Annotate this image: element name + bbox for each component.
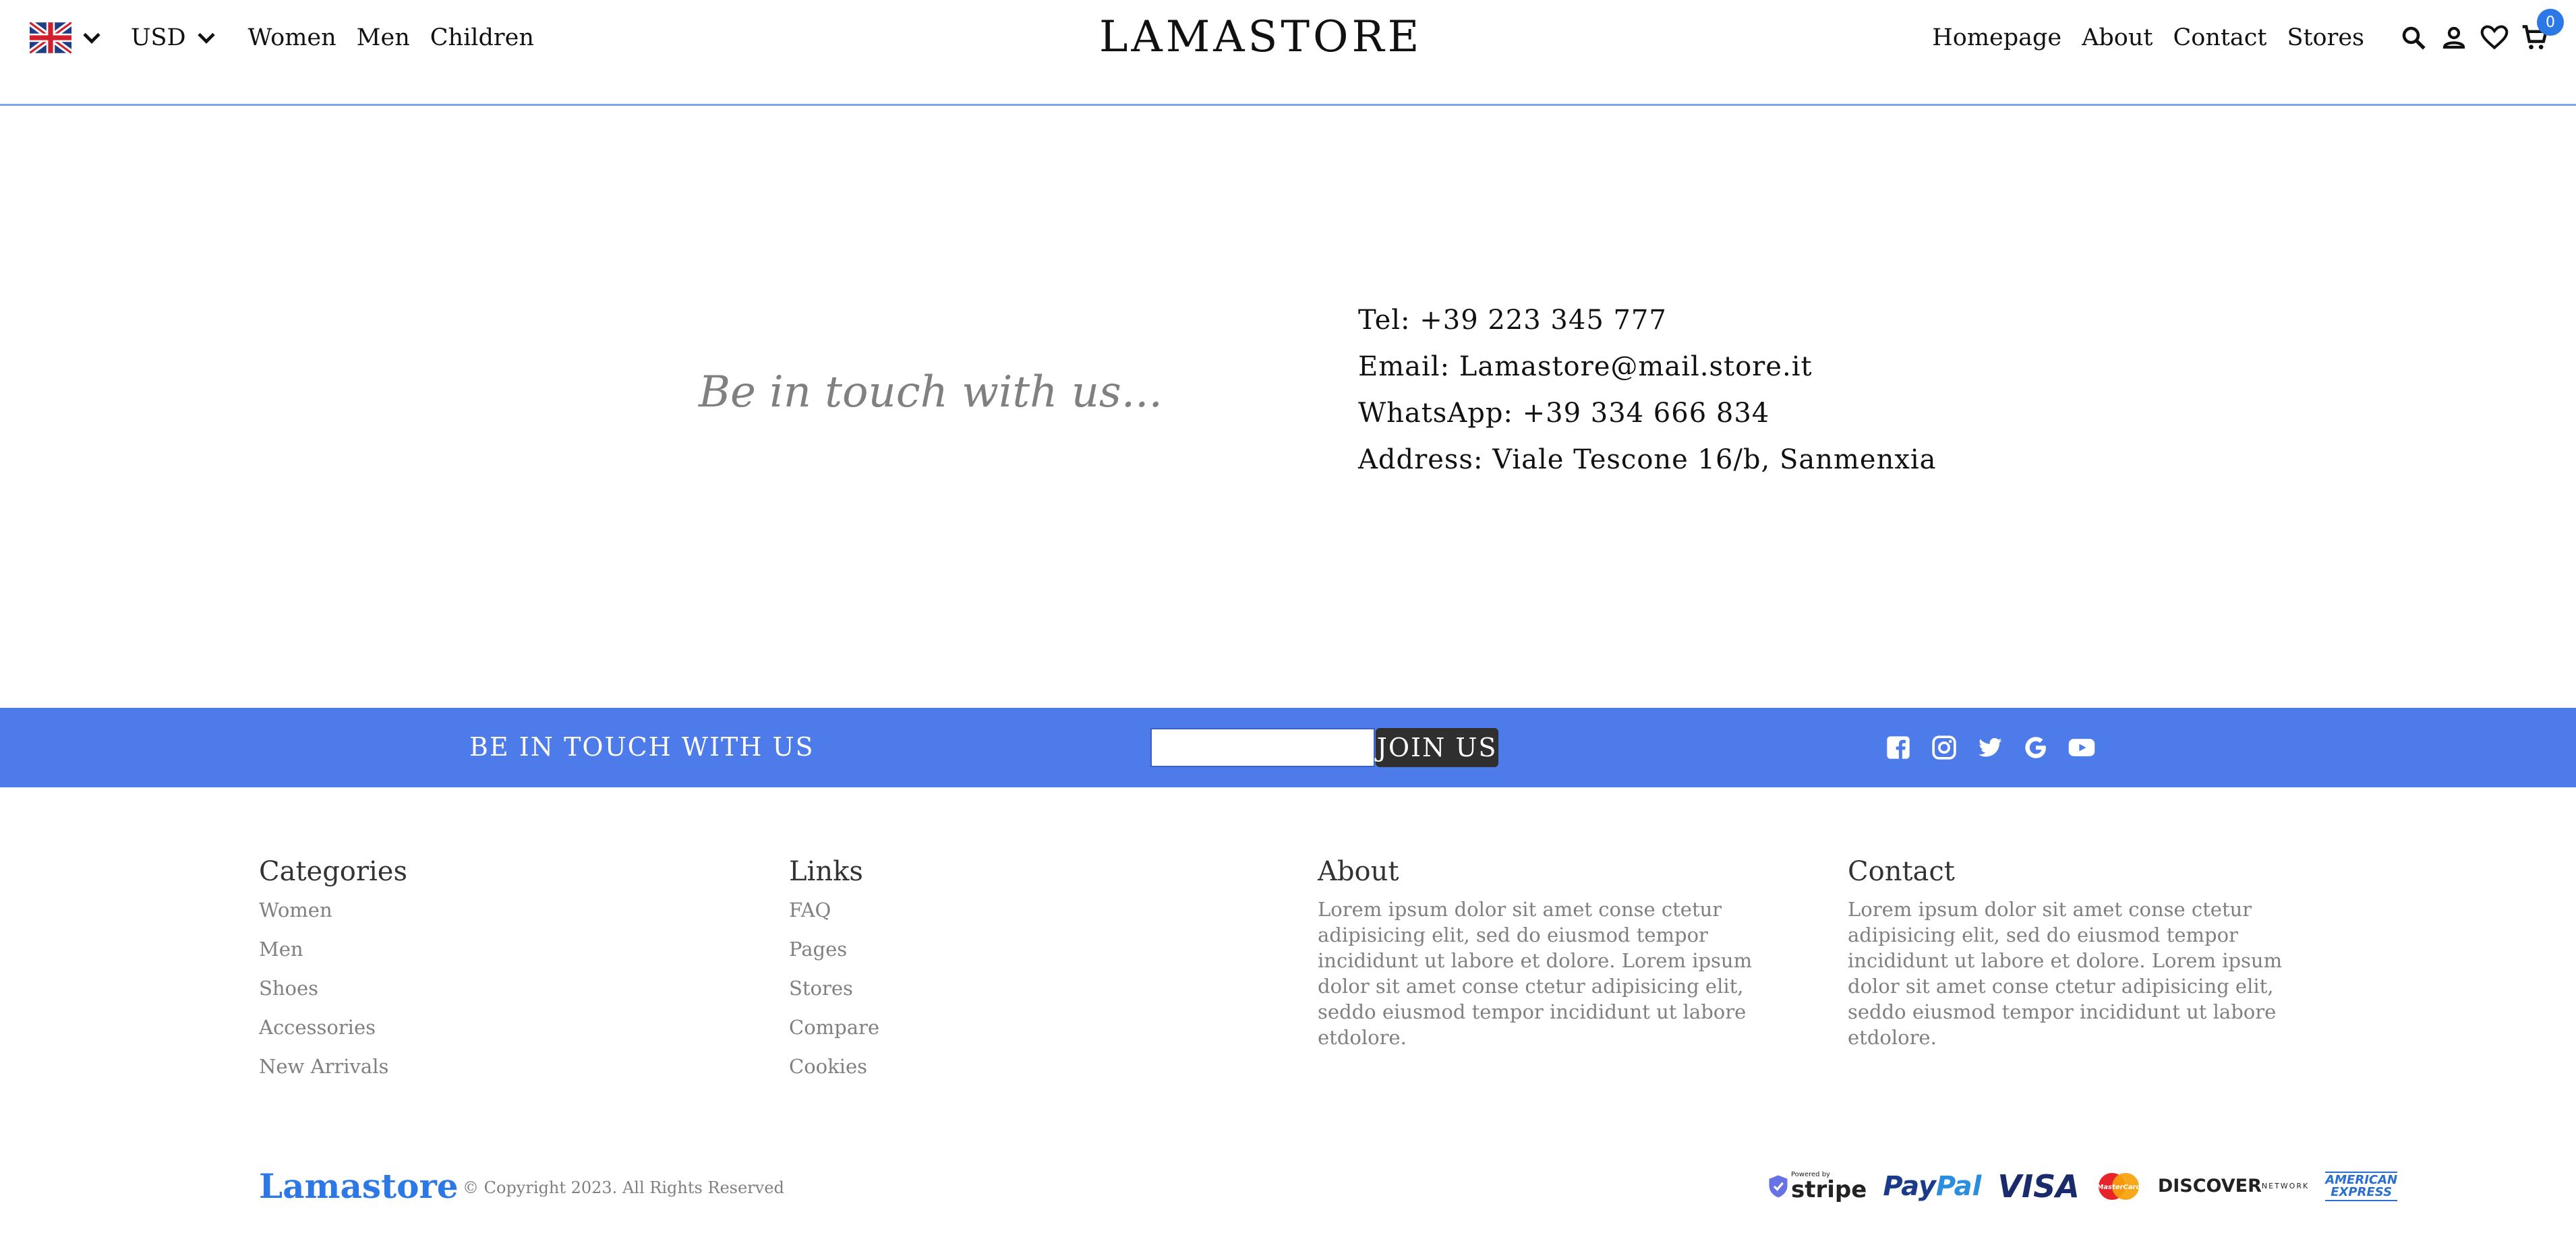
cart-icon[interactable]: 0: [2518, 9, 2564, 55]
discover-word: DISCOVER: [2157, 1176, 2262, 1197]
footer-brand-logo[interactable]: Lamastore: [259, 1166, 459, 1206]
currency-label: USD: [131, 24, 186, 51]
footer-about-title: About: [1318, 856, 1399, 887]
footer-categories-title: Categories: [259, 856, 407, 887]
page-footer: Categories Women Men Shoes Accessories N…: [0, 787, 2576, 1241]
newsletter-email-input[interactable]: [1150, 728, 1375, 767]
uk-flag-icon[interactable]: [30, 22, 71, 53]
paypal-logo: Pay Pal: [1883, 1171, 1981, 1202]
nav-icons: 0: [2390, 9, 2564, 55]
user-icon[interactable]: [2437, 21, 2471, 55]
nav-right: Homepage About Contact Stores 0: [1912, 9, 2564, 58]
chevron-down-icon: [197, 32, 215, 44]
instagram-icon[interactable]: [1929, 732, 1960, 763]
payment-methods: Powered by stripe Pay Pal VISA MasterCard…: [1768, 1162, 2413, 1211]
nav-link-contact[interactable]: Contact: [2173, 24, 2266, 51]
footer-link-new-arrivals[interactable]: New Arrivals: [259, 1053, 731, 1092]
join-us-button[interactable]: JOIN US: [1376, 728, 1498, 767]
visa-logo: VISA: [1997, 1168, 2080, 1205]
paypal-pal: Pal: [1935, 1171, 1982, 1202]
footer-contact: Contact Lorem ipsum dolor sit amet conse…: [1848, 856, 2320, 1050]
contact-address: Address: Viale Tescone 16/b, Sanmenxia: [1358, 444, 1937, 475]
newsletter-bar: BE IN TOUCH WITH US JOIN US: [0, 708, 2576, 787]
nav-link-children[interactable]: Children: [430, 24, 534, 51]
nav-left: USD Women Men Children: [30, 19, 534, 57]
contact-tagline: Be in touch with us...: [699, 367, 1163, 417]
stripe-logo: Powered by stripe: [1768, 1172, 1867, 1201]
twitter-icon[interactable]: [1974, 732, 2006, 763]
footer-contact-text: Lorem ipsum dolor sit amet conse ctetur …: [1848, 898, 2283, 1049]
store-logo[interactable]: LAMASTORE: [1099, 12, 1422, 62]
footer-about-text: Lorem ipsum dolor sit amet conse ctetur …: [1318, 898, 1753, 1049]
footer-link-cookies[interactable]: Cookies: [789, 1053, 1261, 1092]
footer-links-title: Links: [789, 856, 863, 887]
shield-icon: [1769, 1175, 1788, 1198]
amex-logo: AMERICAN EXPRESS: [2325, 1172, 2398, 1201]
contact-email: Email: Lamastore@mail.store.it: [1358, 351, 1813, 382]
currency-selector[interactable]: USD: [131, 23, 221, 53]
nav-link-about[interactable]: About: [2082, 24, 2153, 51]
mastercard-text: MasterCard: [2097, 1184, 2141, 1191]
amex-bottom: EXPRESS: [2331, 1185, 2393, 1199]
nav-link-men[interactable]: Men: [357, 24, 410, 51]
newsletter-title: BE IN TOUCH WITH US: [469, 732, 815, 762]
heart-icon[interactable]: [2478, 21, 2511, 55]
contact-tel: Tel: +39 223 345 777: [1358, 305, 1667, 336]
footer-categories: Categories Women Men Shoes Accessories N…: [259, 856, 731, 1092]
discover-logo: DISCOVER NETWORK: [2158, 1177, 2309, 1196]
chevron-down-icon[interactable]: [77, 23, 107, 53]
footer-link-men[interactable]: Men: [259, 936, 731, 975]
footer-link-faq[interactable]: FAQ: [789, 897, 1261, 936]
footer-link-women[interactable]: Women: [259, 897, 731, 936]
nav-link-homepage[interactable]: Homepage: [1932, 24, 2061, 51]
paypal-pay: Pay: [1883, 1171, 1936, 1202]
nav-link-women[interactable]: Women: [248, 24, 336, 51]
discover-network: NETWORK: [2261, 1182, 2310, 1190]
footer-link-accessories[interactable]: Accessories: [259, 1014, 731, 1053]
facebook-icon[interactable]: [1883, 732, 1914, 763]
footer-about: About Lorem ipsum dolor sit amet conse c…: [1318, 856, 1790, 1050]
footer-link-compare[interactable]: Compare: [789, 1014, 1261, 1053]
google-icon[interactable]: [2020, 732, 2051, 763]
social-links: [1883, 732, 2112, 763]
footer-link-shoes[interactable]: Shoes: [259, 975, 731, 1014]
footer-contact-title: Contact: [1848, 856, 1955, 887]
footer-link-pages[interactable]: Pages: [789, 936, 1261, 975]
nav-link-stores[interactable]: Stores: [2287, 24, 2364, 51]
stripe-wordmark: stripe: [1791, 1176, 1867, 1203]
contact-section: Be in touch with us... Tel: +39 223 345 …: [0, 108, 2576, 708]
copyright-text: © Copyright 2023. All Rights Reserved: [463, 1178, 784, 1197]
contact-details: Tel: +39 223 345 777 Email: Lamastore@ma…: [1358, 303, 1937, 489]
contact-whatsapp: WhatsApp: +39 334 666 834: [1358, 398, 1770, 429]
footer-links: Links FAQ Pages Stores Compare Cookies: [789, 856, 1261, 1092]
cart-count-badge: 0: [2537, 9, 2564, 36]
top-navbar: USD Women Men Children LAMASTORE Homepag…: [0, 0, 2576, 106]
mastercard-logo: MasterCard: [2096, 1172, 2142, 1201]
youtube-icon[interactable]: [2066, 732, 2097, 763]
footer-link-stores[interactable]: Stores: [789, 975, 1261, 1014]
search-icon[interactable]: [2397, 21, 2430, 55]
